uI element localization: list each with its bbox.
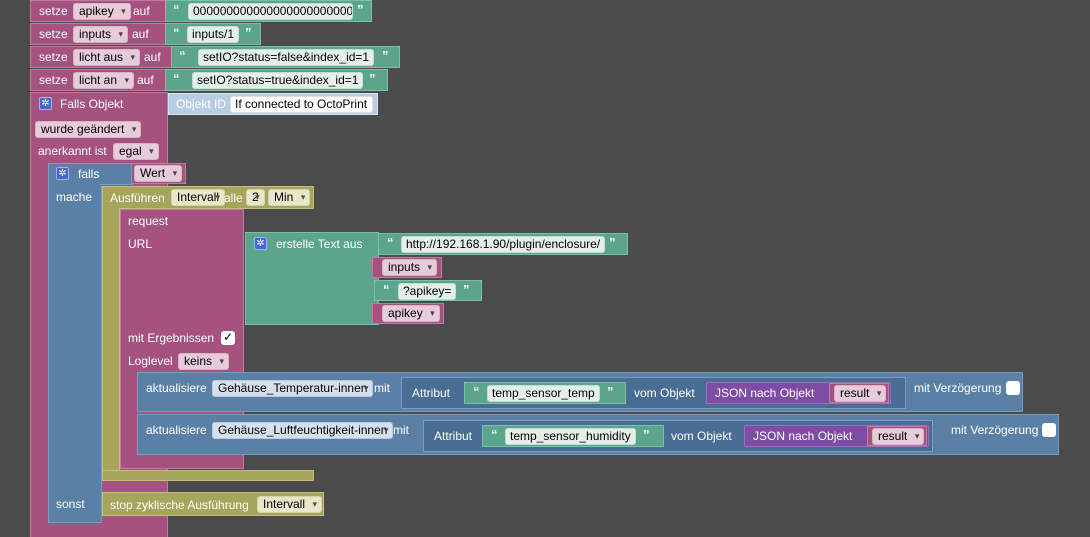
object-id-field[interactable]: If connected to OctoPrint [230,96,373,113]
if-block[interactable]: ✲ falls mache sonst [48,163,102,523]
attribute-text-field[interactable]: temp_sensor_temp [487,385,600,402]
changed-dropdown[interactable]: wurde geändert [35,121,142,138]
licht-an-text-field[interactable]: setIO?status=true&index_id=1 [192,72,364,89]
loglevel-label: Loglevel [128,354,173,368]
to-keyword: auf [133,4,150,18]
delay-label: mit Verzögerung [914,381,1002,395]
apikey-var-dropdown[interactable]: apikey [382,305,440,322]
result-dropdown[interactable]: result [872,428,925,445]
text-block-licht-aus[interactable]: “ setIO?status=false&index_id=1 ” [171,46,400,68]
set-keyword: setze [39,27,68,41]
update-label: aktualisiere [146,381,207,395]
set-inputs-block[interactable]: setze inputs auf [30,23,168,45]
set-apikey-block[interactable]: setze apikey auf [30,0,168,22]
else-label: sonst [56,497,85,511]
update-object-field[interactable]: Gehäuse_Temperatur-innen [212,380,374,397]
object-id-label: Objekt ID [176,97,227,111]
delay-checkbox[interactable] [1042,423,1056,437]
do-label: mache [56,190,93,204]
text-block-inputs[interactable]: “ inputs/1 ” [165,23,261,45]
apikey-query-field[interactable]: ?apikey= [398,283,457,300]
attribute-text-block[interactable]: “ temp_sensor_temp ” [464,382,626,404]
result-var-block[interactable]: result [829,383,889,403]
attribute-text-block[interactable]: “ temp_sensor_humidity ” [482,425,664,447]
var-dropdown-inputs[interactable]: inputs [73,26,129,43]
stop-label: stop zyklische Ausführung [110,498,249,512]
text-block-apikey[interactable]: “ 000000000000000000000000 ” [165,0,372,22]
request-label: request [128,214,169,228]
json-to-object-label: JSON nach Objekt [753,429,853,443]
delay-checkbox[interactable] [1006,381,1020,395]
set-keyword: setze [39,73,68,87]
to-keyword: auf [144,50,161,64]
every-label: alle [224,191,243,205]
if-header [100,163,133,185]
gear-icon[interactable]: ✲ [56,167,69,180]
result-dropdown[interactable]: result [834,385,887,402]
text-join-label: erstelle Text aus [276,237,363,251]
ack-label: anerkannt ist [38,144,107,158]
gear-icon[interactable]: ✲ [254,237,267,250]
json-to-object-block[interactable]: JSON nach Objekt result [744,425,929,447]
stop-interval-dropdown[interactable]: Intervall [257,496,323,513]
object-id-block[interactable]: Objekt ID If connected to OctoPrint [168,93,378,115]
attribute-block[interactable]: Attribut “ temp_sensor_humidity ” vom Ob… [423,420,933,452]
set-keyword: setze [39,4,68,18]
inputs-var-dropdown[interactable]: inputs [382,259,438,276]
attribute-text-field[interactable]: temp_sensor_humidity [505,428,636,445]
from-object-label: vom Objekt [671,429,732,443]
set-licht-an-block[interactable]: setze licht an auf [30,69,168,91]
apikey-text-field[interactable]: 000000000000000000000000 [188,3,353,20]
json-to-object-label: JSON nach Objekt [715,386,815,400]
delay-label: mit Verzögerung [951,423,1039,437]
wert-block[interactable]: Wert [131,163,186,184]
to-keyword: auf [137,73,154,87]
set-keyword: setze [39,50,68,64]
from-object-label: vom Objekt [634,386,695,400]
text-join-block[interactable]: ✲ erstelle Text aus [245,232,379,325]
var-dropdown-licht-an[interactable]: licht an [73,72,135,89]
if-label: falls [78,167,100,181]
url-text-field[interactable]: http://192.168.1.90/plugin/enclosure/ [401,236,606,253]
results-checkbox[interactable]: ✓ [221,331,235,345]
var-dropdown-licht-aus[interactable]: licht aus [73,49,141,66]
interval-name-field[interactable]: Intervall [171,189,226,206]
update-block-humidity[interactable]: aktualisiere Gehäuse_Luftfeuchtigkeit-in… [137,414,1059,455]
url-text-block[interactable]: “ http://192.168.1.90/plugin/enclosure/ … [378,233,628,255]
apikey-text-block[interactable]: “ ?apikey= ” [374,280,482,301]
attribute-label: Attribut [412,386,451,400]
interval-unit-dropdown[interactable]: Min [268,189,311,206]
update-block-temp[interactable]: aktualisiere Gehäuse_Temperatur-innen mi… [137,372,1023,412]
var-dropdown-apikey[interactable]: apikey [73,3,131,20]
interval-number-field[interactable]: 2 [246,189,265,206]
to-keyword: auf [132,27,149,41]
attribute-block[interactable]: Attribut “ temp_sensor_temp ” vom Objekt… [401,377,906,409]
result-var-block[interactable]: result [867,426,927,446]
stop-interval-block[interactable]: stop zyklische Ausführung Intervall [102,492,324,516]
loglevel-dropdown[interactable]: keins [178,353,230,370]
inputs-text-field[interactable]: inputs/1 [187,26,240,43]
json-to-object-block[interactable]: JSON nach Objekt result [706,382,891,404]
trigger-label: Falls Objekt [60,97,124,111]
results-label: mit Ergebnissen [128,331,215,345]
interval-block[interactable]: Ausführen Intervall alle 2 Min [102,186,314,209]
text-block-licht-an[interactable]: “ setIO?status=true&index_id=1 ” [165,69,388,91]
wert-dropdown[interactable]: Wert [134,165,183,182]
attribute-label: Attribut [434,429,473,443]
licht-aus-text-field[interactable]: setIO?status=false&index_id=1 [198,49,375,66]
set-licht-aus-block[interactable]: setze licht aus auf [30,46,174,68]
gear-icon[interactable]: ✲ [39,97,52,110]
apikey-var-block[interactable]: apikey [372,303,444,324]
ack-dropdown[interactable]: egal [113,143,159,160]
url-label: URL [128,237,153,251]
execute-label: Ausführen [110,191,165,205]
interval-body [102,208,120,481]
with-label: mit [393,423,409,437]
inputs-var-block[interactable]: inputs [372,257,442,278]
update-label: aktualisiere [146,423,207,437]
update-object-field[interactable]: Gehäuse_Luftfeuchtigkeit-innen [212,422,394,439]
interval-foot [102,470,314,481]
with-label: mit [374,381,390,395]
